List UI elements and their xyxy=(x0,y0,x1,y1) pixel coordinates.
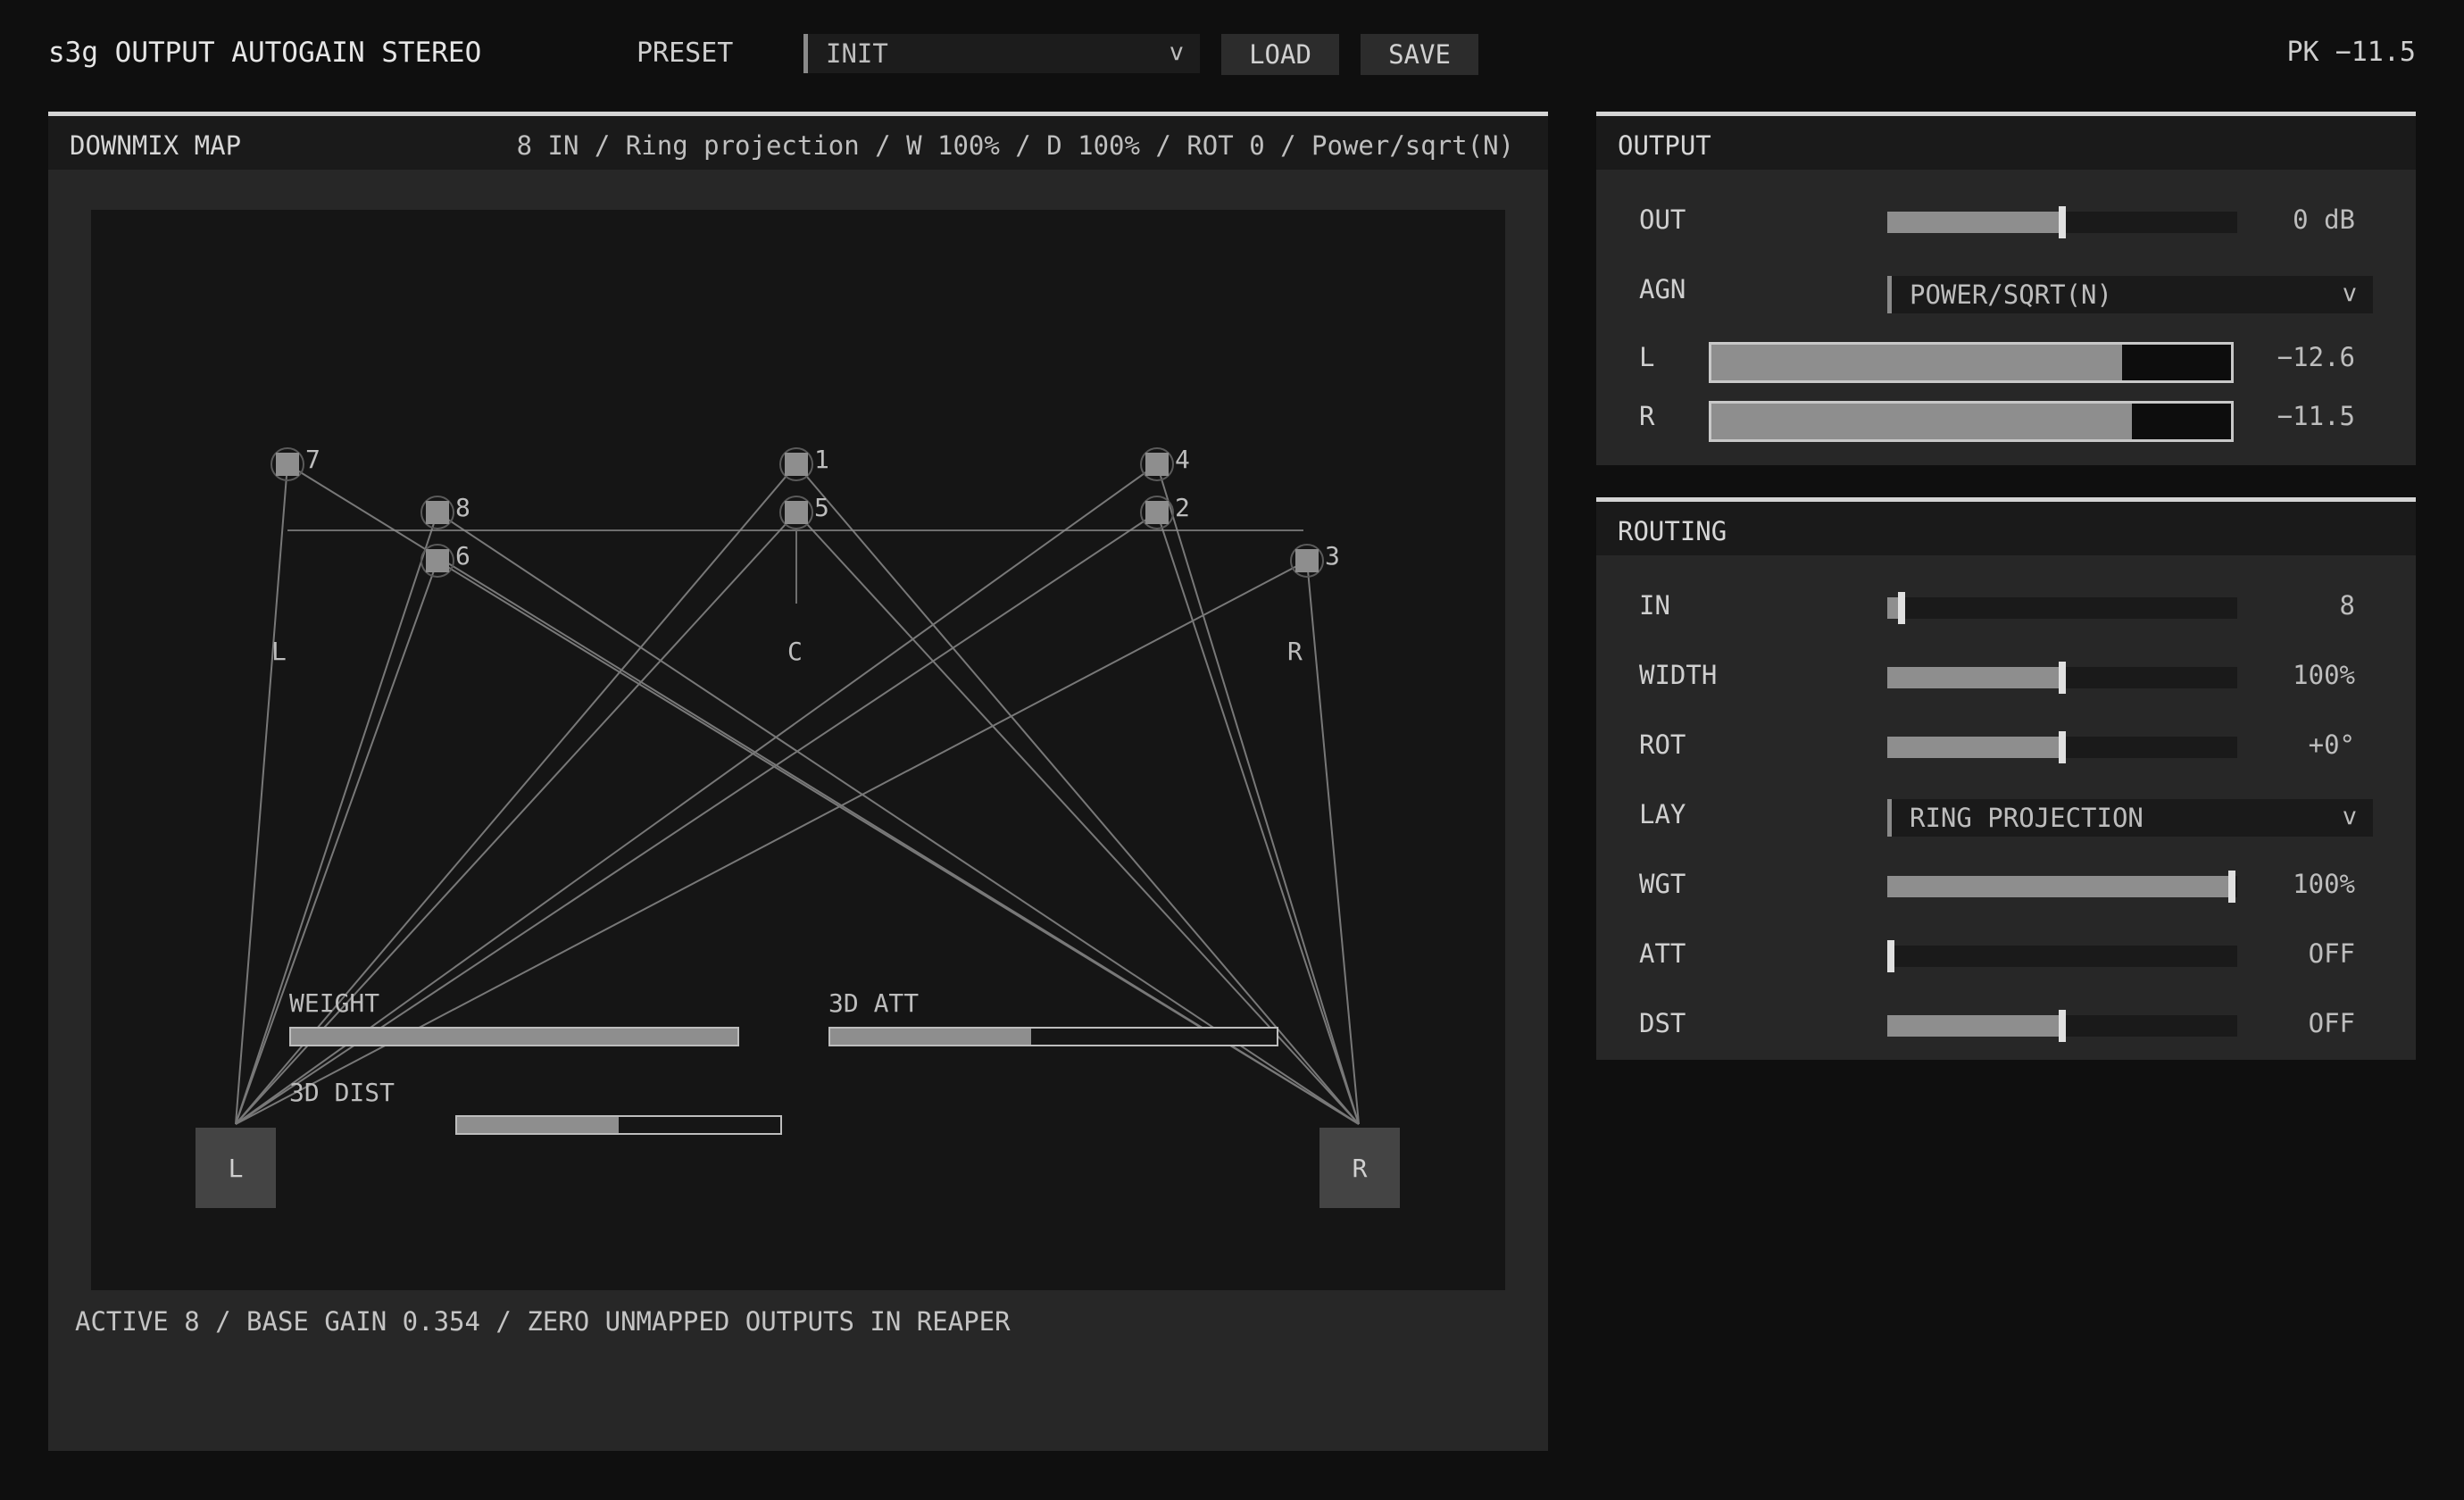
input-node-label: 8 xyxy=(455,493,470,522)
rot-value: +0° xyxy=(2308,729,2355,760)
input-node-label: 3 xyxy=(1325,541,1340,571)
meter-right-fill xyxy=(1711,404,2133,439)
weight-label: WEIGHT xyxy=(289,988,380,1018)
dist3d-bar[interactable] xyxy=(455,1115,782,1135)
dst-slider-fill xyxy=(1887,1015,2062,1037)
meter-right xyxy=(1709,401,2234,442)
att-value: OFF xyxy=(2308,938,2355,969)
agn-dropdown[interactable]: POWER/SQRT(N) v xyxy=(1887,276,2373,313)
chevron-down-icon: v xyxy=(1169,38,1184,66)
width-value: 100% xyxy=(2293,660,2355,690)
output-panel: OUTPUT OUT 0 dB AGN POWER/SQRT(N) v L −1… xyxy=(1596,112,2416,465)
downmix-footer: ACTIVE 8 / BASE GAIN 0.354 / ZERO UNMAPP… xyxy=(75,1306,1011,1337)
position-label-right: R xyxy=(1287,637,1303,666)
wgt-value: 100% xyxy=(2293,869,2355,899)
preset-dropdown[interactable]: INIT v xyxy=(803,34,1200,73)
meter-r-value: −11.5 xyxy=(2277,401,2355,431)
layout-value: RING PROJECTION xyxy=(1910,803,2144,833)
width-slider-fill xyxy=(1887,667,2062,688)
att3d-bar[interactable] xyxy=(828,1027,1278,1046)
output-header: OUTPUT xyxy=(1596,112,2416,170)
load-button[interactable]: LOAD xyxy=(1221,34,1339,75)
in-slider-handle[interactable] xyxy=(1897,592,1905,624)
dist3d-bar-fill xyxy=(457,1117,619,1133)
out-label: OUT xyxy=(1639,204,1686,235)
att-slider-handle[interactable] xyxy=(1886,940,1894,972)
preset-value: INIT xyxy=(826,38,888,69)
chevron-down-icon: v xyxy=(2342,802,2357,830)
input-node-label: 6 xyxy=(455,541,470,571)
meter-l-value: −12.6 xyxy=(2277,342,2355,372)
input-node-label: 1 xyxy=(814,445,829,474)
rot-slider-fill xyxy=(1887,737,2062,758)
att-label: ATT xyxy=(1639,938,1686,969)
routing-lines xyxy=(235,447,1360,1125)
wgt-label: WGT xyxy=(1639,869,1686,899)
input-node-label: 7 xyxy=(305,445,320,474)
peak-readout: PK −11.5 xyxy=(2286,37,2417,68)
agn-label: AGN xyxy=(1639,274,1686,304)
input-node-label: 5 xyxy=(814,493,829,522)
routing-header: ROUTING xyxy=(1596,497,2416,555)
dst-label: DST xyxy=(1639,1008,1686,1038)
input-node-label: 2 xyxy=(1175,493,1190,522)
routing-panel: ROUTING IN 8 WIDTH 100% ROT +0° LAY RING… xyxy=(1596,497,2416,1060)
width-slider-handle[interactable] xyxy=(2059,662,2066,694)
downmix-title: DOWNMIX MAP xyxy=(70,130,242,161)
preset-label: PRESET xyxy=(637,38,734,69)
downmix-map[interactable]: 7 8 6 1 5 4 2 3 L C R WEIGHT 3D ATT 3D D… xyxy=(91,210,1505,1290)
dst-value: OFF xyxy=(2308,1008,2355,1038)
layout-dropdown[interactable]: RING PROJECTION v xyxy=(1887,799,2373,837)
out-slider-fill xyxy=(1887,212,2062,233)
downmix-summary: 8 IN / Ring projection / W 100% / D 100%… xyxy=(516,130,1514,161)
weight-bar[interactable] xyxy=(289,1027,739,1046)
rot-label: ROT xyxy=(1639,729,1686,760)
lay-label: LAY xyxy=(1639,799,1686,829)
meter-r-label: R xyxy=(1639,401,1655,431)
in-value: 8 xyxy=(2339,590,2355,621)
in-label: IN xyxy=(1639,590,1670,621)
out-value: 0 dB xyxy=(2293,204,2355,235)
downmix-header: DOWNMIX MAP 8 IN / Ring projection / W 1… xyxy=(48,112,1548,170)
weight-bar-fill xyxy=(291,1029,737,1045)
position-label-center: C xyxy=(787,637,803,666)
att3d-label: 3D ATT xyxy=(828,988,920,1018)
chevron-down-icon: v xyxy=(2342,279,2357,307)
save-button[interactable]: SAVE xyxy=(1361,34,1478,75)
app-title: s3g OUTPUT AUTOGAIN STEREO xyxy=(48,37,482,69)
out-slider-handle[interactable] xyxy=(2059,206,2066,238)
routing-title: ROUTING xyxy=(1618,516,1727,546)
rot-slider-handle[interactable] xyxy=(2059,731,2066,763)
downmix-panel: DOWNMIX MAP 8 IN / Ring projection / W 1… xyxy=(48,112,1548,1451)
dist3d-label: 3D DIST xyxy=(289,1078,395,1107)
att3d-bar-fill xyxy=(830,1029,1031,1045)
agn-value: POWER/SQRT(N) xyxy=(1910,279,2112,310)
dst-slider-handle[interactable] xyxy=(2059,1010,2066,1042)
meter-left xyxy=(1709,342,2234,383)
speaker-right[interactable]: R xyxy=(1319,1128,1400,1208)
position-label-left: L xyxy=(271,637,287,666)
meter-left-fill xyxy=(1711,345,2122,380)
input-node-label: 4 xyxy=(1175,445,1190,474)
speaker-left[interactable]: L xyxy=(196,1128,276,1208)
meter-l-label: L xyxy=(1639,342,1655,372)
output-title: OUTPUT xyxy=(1618,130,1711,161)
width-label: WIDTH xyxy=(1639,660,1718,690)
